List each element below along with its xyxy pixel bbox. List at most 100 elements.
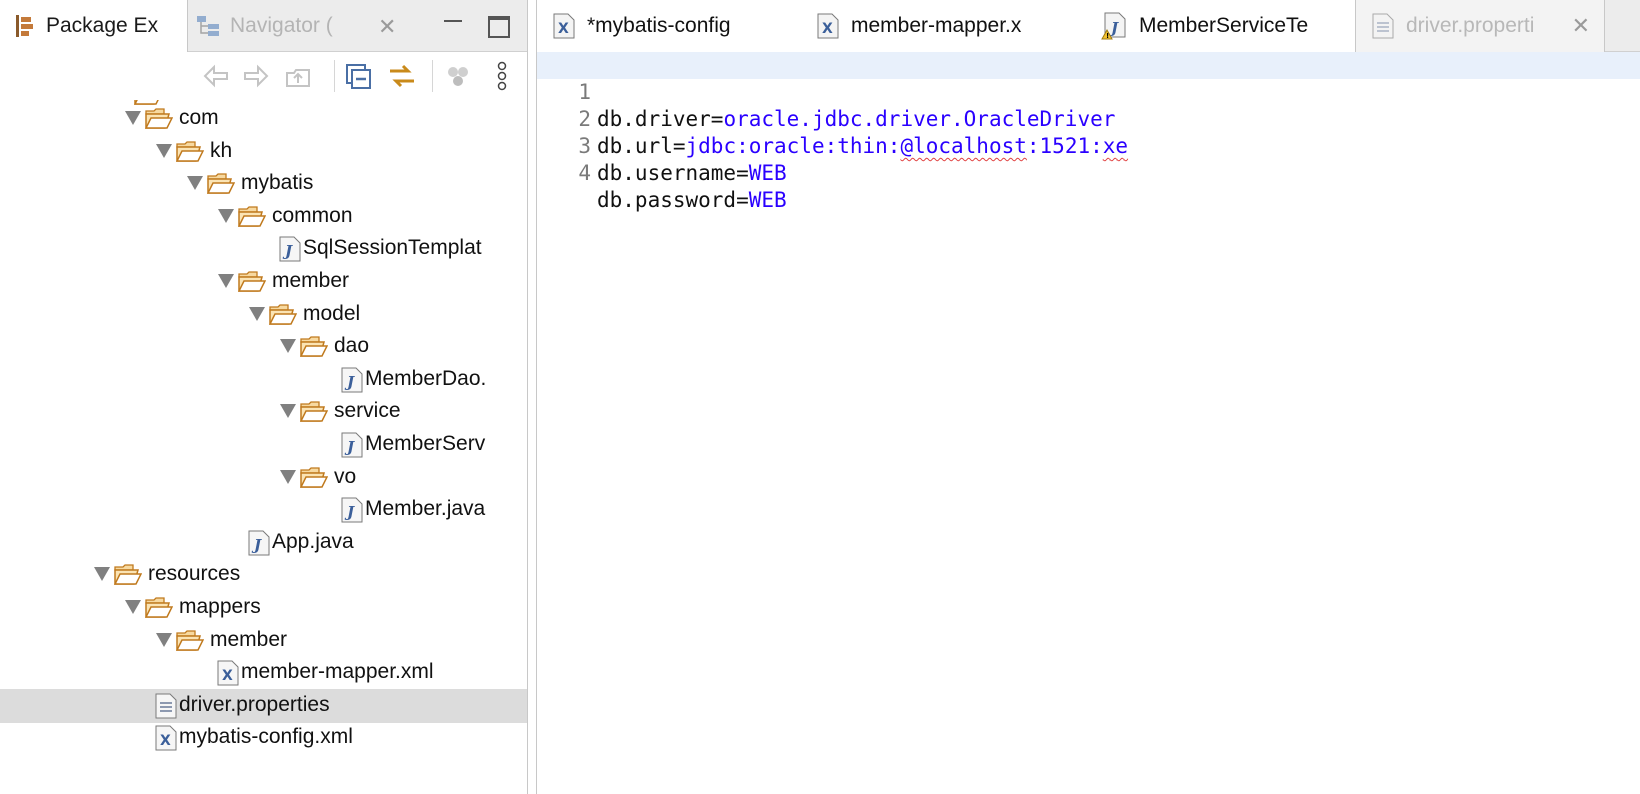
folder-open-icon (144, 106, 174, 132)
tab-member-service-test-label: MemberServiceTe (1139, 14, 1309, 37)
tab-driver-properties[interactable]: driver.properti ✕ (1355, 0, 1605, 52)
tab-package-explorer[interactable]: Package Ex (0, 0, 188, 52)
expand-triangle-icon[interactable] (218, 274, 234, 288)
tree-row[interactable]: common (0, 200, 527, 234)
tree-row[interactable]: kh (0, 135, 527, 169)
expand-triangle-icon[interactable] (187, 176, 203, 191)
package-explorer-icon (14, 14, 36, 38)
back-arrow-icon[interactable] (200, 60, 232, 92)
folder-open-icon (175, 628, 205, 654)
code-line[interactable]: 1 db.driver=oracle.jdbc.driver.OracleDri… (537, 52, 1640, 131)
property-value: WEB (748, 188, 787, 212)
xml-file-icon: X (817, 13, 839, 39)
tree-item-label: mybatis-config.xml (179, 725, 353, 749)
close-icon[interactable]: ✕ (1572, 13, 1590, 39)
tree-item-label: member (210, 627, 288, 651)
property-key: db.username= (597, 161, 749, 185)
tree-item-label: MemberServ (365, 432, 486, 455)
code-line[interactable]: 4 db.password=WEB (537, 133, 1640, 212)
tree-row[interactable]: J Member.java (0, 493, 527, 527)
tree-row[interactable]: J App.java (0, 526, 527, 560)
tree-item-label: service (334, 399, 401, 423)
folder-open-icon (299, 465, 329, 491)
maximize-view-button[interactable] (484, 12, 510, 38)
folder-open-icon (113, 562, 143, 588)
tree-row[interactable]: J SqlSessionTemplat (0, 232, 527, 266)
tab-member-mapper[interactable]: X member-mapper.x (801, 0, 1085, 52)
forward-arrow-icon[interactable] (240, 60, 272, 92)
tab-package-explorer-label: Package Ex (46, 14, 159, 37)
expand-triangle-icon[interactable] (156, 632, 172, 647)
tree-item-label: member (272, 269, 350, 292)
properties-file-icon (1372, 13, 1394, 39)
svg-text:X: X (822, 21, 833, 37)
tab-mybatis-config-label: *mybatis-config (587, 14, 731, 37)
java-warning-file-icon: J! (1101, 12, 1127, 40)
tree-row[interactable]: member (0, 265, 527, 299)
tree-item-label: member-mapper.xml (241, 660, 434, 684)
tree-item-label: driver.properties (179, 692, 330, 716)
working-sets-icon[interactable] (442, 60, 474, 92)
expand-triangle-icon[interactable] (280, 469, 296, 484)
code-line[interactable]: 3 db.username=WEB (537, 106, 1640, 185)
collapse-all-icon[interactable] (342, 60, 374, 92)
folder-open-icon (175, 139, 205, 165)
tree-row[interactable]: driver.properties (0, 688, 527, 723)
minimize-view-button[interactable] (440, 12, 466, 32)
tree-row[interactable]: mybatis (0, 167, 527, 201)
tab-member-mapper-label: member-mapper.x (851, 14, 1022, 37)
svg-text:X: X (222, 668, 233, 684)
property-key: db.password= (597, 188, 749, 212)
expand-triangle-icon[interactable] (125, 111, 141, 125)
folder-open-icon (299, 334, 329, 360)
tree-row[interactable]: Xmember-mapper.xml (0, 656, 527, 690)
tab-member-service-test[interactable]: J! MemberServiceTe (1085, 0, 1355, 52)
tree-row[interactable]: Xmybatis-config.xml (0, 721, 527, 755)
view-menu-icon[interactable] (486, 60, 518, 92)
close-icon[interactable]: ✕ (378, 14, 396, 40)
expand-triangle-icon[interactable] (249, 306, 265, 321)
folder-open-icon (144, 595, 174, 621)
expand-triangle-icon[interactable] (280, 339, 296, 354)
xml-file-icon: X (553, 13, 575, 39)
package-explorer-panel: Package Ex Navigator ( ✕ com kh mybatis … (0, 0, 528, 794)
tree-row[interactable]: dao (0, 330, 527, 364)
expand-triangle-icon[interactable] (125, 600, 141, 614)
package-tree: com kh mybatis common J SqlSessionTemplat memb… (0, 100, 527, 794)
expand-triangle-icon[interactable] (94, 567, 110, 582)
tree-row[interactable]: resources (0, 558, 527, 592)
folder-open-icon (237, 269, 267, 295)
code-line[interactable]: 2 db.url=jdbc:oracle:thin:@localhost:152… (537, 79, 1640, 158)
svg-text:X: X (160, 733, 171, 749)
tree-row[interactable]: service (0, 395, 527, 429)
code-editor[interactable]: 1 db.driver=oracle.jdbc.driver.OracleDri… (537, 52, 1640, 794)
tab-mybatis-config[interactable]: X *mybatis-config (537, 0, 801, 52)
tree-item-label: mappers (179, 595, 261, 618)
up-folder-icon[interactable] (282, 60, 314, 92)
tree-row[interactable]: J MemberDao. (0, 363, 527, 397)
line-number: 4 (578, 161, 591, 185)
navigator-icon (196, 15, 220, 37)
editor-tab-bar: X *mybatis-config X member-mapper.x J! M… (537, 0, 1640, 52)
link-with-editor-icon[interactable] (386, 60, 418, 92)
svg-text:!: ! (1106, 32, 1109, 40)
left-tab-bar: Package Ex Navigator ( ✕ (0, 0, 527, 52)
tree-row[interactable]: mappers (0, 591, 527, 625)
expand-triangle-icon[interactable] (218, 208, 234, 223)
tree-item-label: App.java (272, 529, 354, 553)
tab-navigator-label: Navigator ( (230, 14, 333, 37)
tab-driver-properties-label: driver.properti (1406, 14, 1535, 37)
tree-row[interactable]: com (0, 102, 527, 136)
tree-row[interactable]: model (0, 298, 527, 332)
expand-triangle-icon[interactable] (280, 404, 296, 419)
tree-item-label: dao (334, 334, 370, 358)
tree-item-label: model (303, 301, 361, 325)
editor-area: X *mybatis-config X member-mapper.x J! M… (536, 0, 1640, 794)
tree-row[interactable]: member (0, 624, 527, 658)
tree-item-label: Member.java (365, 497, 486, 521)
tab-navigator[interactable]: Navigator ( ✕ (188, 0, 416, 52)
tree-row[interactable]: vo (0, 461, 527, 495)
tree-row[interactable]: J MemberServ (0, 428, 527, 462)
expand-triangle-icon[interactable] (156, 143, 172, 158)
tree-item-label: com (179, 106, 219, 129)
